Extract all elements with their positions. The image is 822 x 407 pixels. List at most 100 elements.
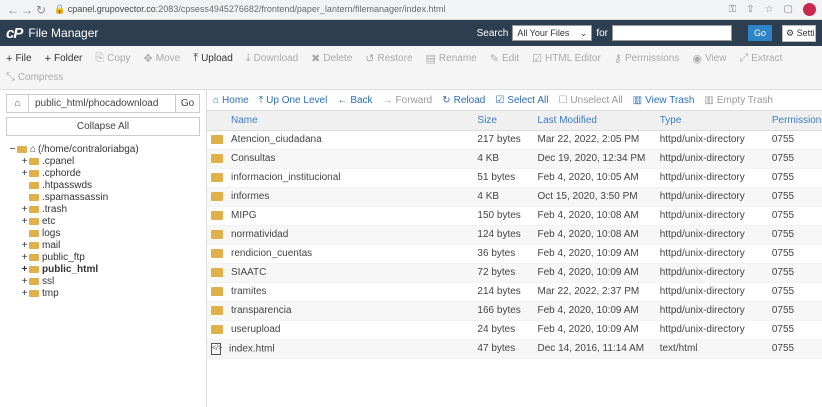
tree-item-cphorde[interactable]: + .cphorde [6, 167, 200, 179]
tree-item-htpasswds[interactable]: .htpasswds [6, 179, 200, 191]
permissions-cell: 0755 [767, 263, 822, 283]
path-go-button[interactable]: Go [175, 95, 199, 112]
folder-icon [17, 145, 27, 153]
table-row[interactable]: rendicion_cuentas 36 bytes Feb 4, 2020, 10… [207, 244, 822, 264]
file-type-cell: httpd/unix-directory [655, 168, 768, 188]
back-button[interactable]: ← Back [337, 95, 372, 106]
move-button[interactable]: ✥ Move [144, 52, 181, 65]
tree-item-public-html[interactable]: + public_html [6, 263, 200, 275]
path-input[interactable]: public_html/phocadownload [29, 98, 175, 109]
tree-item-cpanel[interactable]: + .cpanel [6, 155, 200, 167]
expand-toggle-icon[interactable]: + [20, 264, 29, 275]
column-header-type[interactable]: Type [655, 111, 768, 131]
rename-button[interactable]: ▤ Rename [426, 52, 477, 65]
table-row[interactable]: transparencia 166 bytes Feb 4, 2020, 10:09… [207, 301, 822, 321]
toolbar-row: + File + Folder ⎘ Copy ✥ Move ⤒ Upload ⤓ Download ✖ D… [6, 49, 816, 68]
table-row[interactable]: tramites 214 bytes Mar 22, 2022, 2:37 PM ht… [207, 282, 822, 302]
table-row[interactable]: SIAATC 72 bytes Feb 4, 2020, 10:09 AM httpd… [207, 263, 822, 283]
compress-button[interactable]: ⤡ Compress [6, 71, 63, 84]
table-row[interactable]: MIPG 150 bytes Feb 4, 2020, 10:08 AM httpd/… [207, 206, 822, 226]
html-editor-button[interactable]: ☑ HTML Editor [532, 52, 601, 65]
expand-toggle-icon[interactable]: + [20, 216, 29, 227]
expand-toggle-icon[interactable]: + [20, 204, 29, 215]
column-header-name[interactable]: Name [207, 111, 474, 131]
expand-toggle-icon[interactable]: + [20, 276, 29, 287]
folder-button[interactable]: + Folder [45, 53, 83, 65]
up-one-level-button[interactable]: ⤒ Up One Level [259, 95, 328, 106]
column-header-last-modified[interactable]: Last Modified [533, 111, 656, 131]
key-icon[interactable]: ⚿ [729, 4, 737, 15]
upload-button[interactable]: ⤒ Upload [193, 52, 233, 65]
expand-toggle-icon[interactable]: + [20, 168, 29, 179]
tree-item-label: public_ftp [42, 251, 85, 263]
tree-item-logs[interactable]: logs [6, 227, 200, 239]
avatar[interactable] [803, 3, 816, 16]
settings-button[interactable]: ⚙ Settings [782, 24, 816, 42]
column-header-permissions[interactable]: Permissions [767, 111, 822, 131]
expand-toggle-icon[interactable]: + [20, 252, 29, 263]
home-button[interactable]: ⌂ Home [213, 95, 249, 106]
tree-item-ssl[interactable]: + ssl [6, 275, 200, 287]
search-input[interactable] [612, 25, 732, 41]
file-name-cell: Atencion_ciudadana [207, 130, 474, 150]
edit-icon: ✎ [489, 53, 499, 65]
window-icon[interactable]: ▢ [784, 4, 793, 15]
table-row[interactable]: informacion_institucional 51 bytes Feb 4, … [207, 168, 822, 188]
app-header: cP File Manager Search All Your Files ⌄ … [0, 20, 822, 46]
tree-item-tmp[interactable]: + tmp [6, 287, 200, 299]
table-row[interactable]: Atencion_ciudadana 217 bytes Mar 22, 2022,… [207, 130, 822, 150]
permissions-cell: 0755 [767, 206, 822, 226]
collapse-all-button[interactable]: Collapse All [6, 117, 200, 136]
search-scope-select[interactable]: All Your Files ⌄ [512, 25, 593, 41]
extract-label: Extract [751, 53, 783, 64]
tree-item-mail[interactable]: + mail [6, 239, 200, 251]
extract-button[interactable]: ⤢ Extract [739, 52, 782, 65]
restore-button[interactable]: ↺ Restore [365, 52, 412, 65]
file-type-cell: httpd/unix-directory [655, 320, 768, 340]
permissions-button[interactable]: ⚷ Permissions [614, 52, 680, 65]
last-modified-cell: Feb 4, 2020, 10:09 AM [533, 263, 656, 283]
share-icon[interactable]: ⇪ [746, 4, 754, 15]
tree-item-trash[interactable]: + .trash [6, 203, 200, 215]
table-row[interactable]: </> index.html 47 bytes Dec 14, 2016, 11:14… [207, 339, 822, 359]
empty-trash-button[interactable]: ▥ Empty Trash [704, 95, 773, 106]
copy-icon: ⎘ [95, 52, 105, 64]
reload-button[interactable]: ↻ Reload [442, 95, 485, 106]
table-row[interactable]: userupload 24 bytes Feb 4, 2020, 10:09 AM h… [207, 320, 822, 340]
tree-item-public-ftp[interactable]: + public_ftp [6, 251, 200, 263]
download-button[interactable]: ⤓ Download [246, 52, 298, 65]
expand-toggle-icon[interactable]: + [20, 156, 29, 167]
expand-toggle-icon[interactable]: + [20, 240, 29, 251]
last-modified-cell: Feb 4, 2020, 10:09 AM [533, 244, 656, 264]
collapse-toggle-icon[interactable]: − [8, 144, 17, 155]
reload-label: Reload [453, 94, 486, 106]
file-type-cell: httpd/unix-directory [655, 301, 768, 321]
expand-toggle-icon[interactable]: + [20, 288, 29, 299]
copy-button[interactable]: ⎘ Copy [95, 52, 130, 65]
file-button[interactable]: + File [6, 53, 32, 65]
reload-icon[interactable]: ↻ [34, 3, 48, 17]
tree-item-home-contraloriabga[interactable]: − ⌂ (/home/contraloriabga) [6, 143, 200, 155]
address-bar[interactable]: 🔒 cpanel.grupovector.co:2083/cpsess49452… [54, 4, 721, 15]
unselect-all-button[interactable]: ☐ Unselect All [558, 95, 622, 106]
file-name: userupload [231, 324, 281, 335]
forward-arrow-icon[interactable]: → [20, 3, 34, 17]
delete-button[interactable]: ✖ Delete [311, 52, 352, 65]
edit-button[interactable]: ✎ Edit [490, 52, 519, 65]
view-trash-button[interactable]: ▥ View Trash [633, 95, 695, 106]
column-header-size[interactable]: Size [473, 111, 534, 131]
select-all-button[interactable]: ☑ Select All [495, 95, 548, 106]
tree-item-etc[interactable]: + etc [6, 215, 200, 227]
home-icon[interactable]: ⌂ [7, 95, 29, 112]
search-go-button[interactable]: Go [748, 25, 772, 41]
table-row[interactable]: Consultas 4 KB Dec 19, 2020, 12:34 PM httpd… [207, 149, 822, 169]
view-button[interactable]: ◉ View [692, 52, 726, 65]
tree-item-spamassassin[interactable]: .spamassassin [6, 191, 200, 203]
upload-icon: ⤒ [193, 52, 199, 64]
permissions-cell: 0755 [767, 149, 822, 169]
table-row[interactable]: informes 4 KB Oct 15, 2020, 3:50 PM httpd/u… [207, 187, 822, 207]
table-row[interactable]: normatividad 124 bytes Feb 4, 2020, 10:08 … [207, 225, 822, 245]
back-arrow-icon[interactable]: ← [6, 3, 20, 17]
forward-button[interactable]: → Forward [383, 95, 433, 106]
star-icon[interactable]: ☆ [765, 4, 774, 15]
